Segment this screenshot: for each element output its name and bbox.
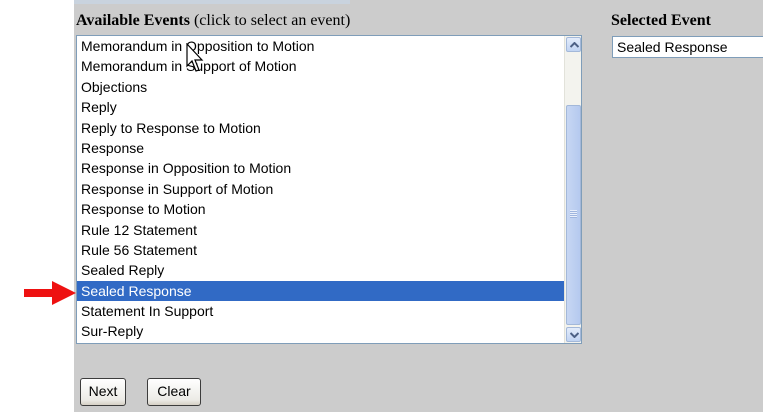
available-events-listbox[interactable]: Memorandum in Opposition to Motion Memora… [76,35,582,344]
available-events-hint: (click to select an event) [193,12,351,29]
event-option[interactable]: Reply [77,97,565,117]
event-option[interactable]: Sealed Reply [77,260,565,280]
mouse-pointer-icon [186,43,204,72]
event-option[interactable]: Memorandum in Opposition to Motion [77,36,565,56]
scroll-thumb[interactable] [566,105,581,325]
event-option[interactable]: Sealed Response [77,280,565,302]
scroll-down-arrow-icon [570,332,579,338]
scroll-up-button[interactable] [566,37,581,52]
selected-event-heading: Selected Event [611,12,711,29]
clear-button[interactable]: Clear [147,378,201,406]
panel-top-border [74,0,350,4]
selected-event-field[interactable]: Sealed Response [612,36,763,58]
event-option[interactable]: Reply to Response to Motion [77,118,565,138]
event-option[interactable]: Response in Support of Motion [77,179,565,199]
scroll-thumb-grip [570,210,577,218]
available-events-title: Available Events [76,12,190,29]
event-option[interactable]: Memorandum in Support of Motion [77,56,565,76]
available-events-list[interactable]: Memorandum in Opposition to Motion Memora… [77,36,565,342]
red-arrow-right-icon [24,281,76,305]
next-button[interactable]: Next [80,378,126,406]
scroll-up-arrow-icon [570,42,579,48]
event-option[interactable]: Sur-Reply [77,321,565,341]
event-selection-panel: Available Events (click to select an eve… [74,0,763,412]
event-option[interactable]: Statement In Support [77,301,565,321]
scroll-down-button[interactable] [566,327,581,342]
event-option[interactable]: Response [77,138,565,158]
event-option[interactable]: Objections [77,77,565,97]
listbox-scrollbar[interactable] [564,36,581,343]
event-option[interactable]: Response in Opposition to Motion [77,158,565,178]
event-option[interactable]: Rule 56 Statement [77,240,565,260]
available-events-heading: Available Events (click to select an eve… [76,12,350,30]
event-option[interactable]: Rule 12 Statement [77,220,565,240]
event-option[interactable]: Response to Motion [77,199,565,219]
